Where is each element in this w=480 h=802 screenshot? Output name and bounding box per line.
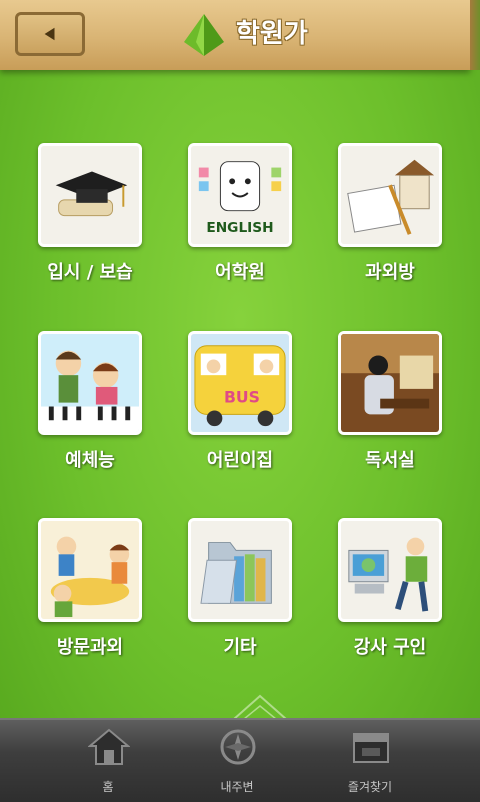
back-arrow-icon xyxy=(44,27,55,41)
tab-favorites[interactable]: 즐겨찾기 xyxy=(305,720,435,802)
category-label: 어학원 xyxy=(215,262,265,283)
tab-nearby[interactable]: 내주변 xyxy=(172,720,302,802)
back-button[interactable] xyxy=(15,12,85,56)
category-tile-language[interactable]: ENGLISH xyxy=(188,143,292,247)
category-tile-reading-room[interactable] xyxy=(338,331,442,435)
svg-text:ENGLISH: ENGLISH xyxy=(206,220,273,236)
category-label: 방문과외 xyxy=(56,637,124,658)
reading-room-icon xyxy=(341,334,439,432)
compass-icon xyxy=(220,729,256,765)
category-label: 과외방 xyxy=(365,262,415,283)
category-label: 기타 xyxy=(223,637,257,658)
page-title: 학원가 xyxy=(236,19,308,49)
category-tile-home-tutoring[interactable] xyxy=(38,518,142,622)
green-pyramid-logo-icon xyxy=(184,14,224,56)
category-tile-other[interactable] xyxy=(188,518,292,622)
graduation-cap-icon xyxy=(41,146,139,244)
category-label: 어린이집 xyxy=(206,450,274,471)
tab-label: 즐겨찾기 xyxy=(347,780,393,794)
home-tutor-icon xyxy=(41,521,139,619)
category-label: 입시 / 보습 xyxy=(47,262,133,283)
category-tile-instructor-recruit[interactable] xyxy=(338,518,442,622)
favorites-icon xyxy=(353,733,389,763)
tab-home[interactable]: 홈 xyxy=(43,720,173,802)
tab-label: 홈 xyxy=(102,780,114,794)
category-tile-tutoring-room[interactable] xyxy=(338,143,442,247)
svg-text:BUS: BUS xyxy=(224,388,260,407)
top-header: 학원가 xyxy=(0,0,480,70)
category-tile-entrance-exam[interactable] xyxy=(38,143,142,247)
tab-label: 내주변 xyxy=(220,780,254,794)
study-desk-icon xyxy=(341,146,439,244)
bottom-tab-bar: 홈 내주변 즐겨찾기 xyxy=(0,718,480,802)
category-label: 예체능 xyxy=(65,450,115,471)
english-icon: ENGLISH xyxy=(191,146,289,244)
category-label: 독서실 xyxy=(365,450,415,471)
teacher-computer-icon xyxy=(341,521,439,619)
home-icon xyxy=(88,728,130,765)
category-tile-daycare[interactable]: BUS xyxy=(188,331,292,435)
category-label: 강사 구인 xyxy=(353,637,427,658)
school-bus-icon: BUS xyxy=(191,334,289,432)
category-tile-arts-sports[interactable] xyxy=(38,331,142,435)
music-kids-icon xyxy=(41,334,139,432)
folder-books-icon xyxy=(191,521,289,619)
